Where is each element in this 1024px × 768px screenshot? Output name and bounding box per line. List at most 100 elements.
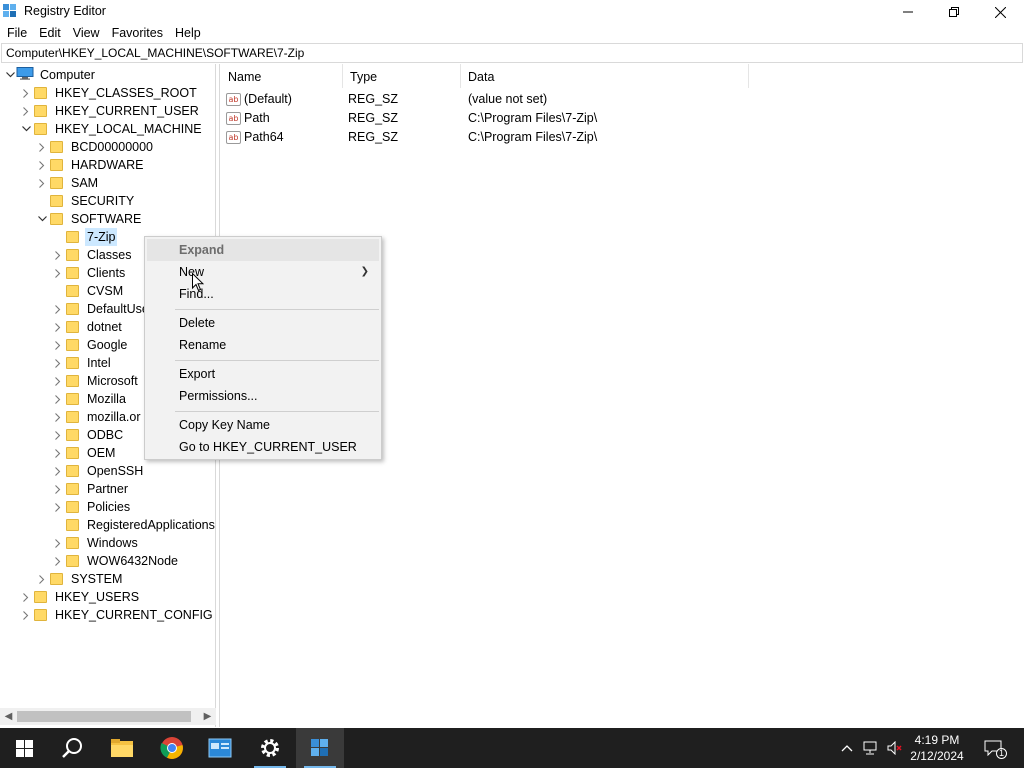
chevron-right-icon[interactable] [52, 408, 64, 426]
tree-item[interactable]: HKEY_CURRENT_USER [20, 102, 201, 120]
ctx-export[interactable]: Export [147, 363, 379, 385]
mouse-cursor-icon [192, 273, 204, 292]
column-header-type[interactable]: Type [343, 64, 461, 88]
ctx-permissions[interactable]: Permissions... [147, 385, 379, 407]
chevron-right-icon[interactable] [52, 354, 64, 372]
ctx-goto-hkcu[interactable]: Go to HKEY_CURRENT_USER [147, 436, 379, 458]
tree-item[interactable]: ODBC [52, 426, 125, 444]
start-button[interactable] [0, 728, 48, 768]
tree-item[interactable]: Computer [4, 66, 97, 84]
control-panel-button[interactable] [196, 728, 244, 768]
menu-view[interactable]: View [66, 24, 105, 43]
chevron-down-icon[interactable] [36, 210, 48, 228]
chevron-right-icon[interactable] [52, 498, 64, 516]
chevron-down-icon[interactable] [20, 120, 32, 138]
scrollbar-thumb[interactable] [17, 711, 191, 722]
tree-item[interactable]: Classes [52, 246, 133, 264]
tree-item[interactable]: Partner [52, 480, 130, 498]
tree-item[interactable]: Clients [52, 264, 127, 282]
tree-item[interactable]: Policies [52, 498, 132, 516]
ctx-new[interactable]: New ❯ [147, 261, 379, 283]
tree-item[interactable]: SECURITY [36, 192, 136, 210]
tree-item-label: ODBC [87, 428, 124, 442]
tree-item[interactable]: HKEY_USERS [20, 588, 141, 606]
network-tray-button[interactable] [860, 728, 882, 768]
chevron-right-icon[interactable] [36, 570, 48, 588]
chevron-right-icon[interactable] [36, 156, 48, 174]
tree-item[interactable]: Mozilla [52, 390, 128, 408]
chevron-right-icon[interactable] [52, 462, 64, 480]
value-row[interactable]: ab Path REG_SZ C:\Program Files\7-Zip\ [221, 109, 751, 128]
chevron-right-icon[interactable] [52, 426, 64, 444]
ctx-expand[interactable]: Expand [147, 239, 379, 261]
tree-item[interactable]: HKEY_CLASSES_ROOT [20, 84, 199, 102]
tree-item[interactable]: WOW6432Node [52, 552, 180, 570]
tree-item[interactable]: DefaultUse [52, 300, 151, 318]
chevron-right-icon[interactable] [52, 300, 64, 318]
chevron-right-icon[interactable] [36, 138, 48, 156]
tree-item[interactable]: SOFTWARE [36, 210, 143, 228]
tree-item[interactable]: dotnet [52, 318, 124, 336]
restore-button[interactable] [931, 0, 977, 24]
chevron-down-icon[interactable] [4, 66, 16, 84]
search-button[interactable] [48, 728, 96, 768]
column-header-name[interactable]: Name [221, 64, 343, 88]
scroll-left-icon[interactable]: ◀ [0, 708, 17, 725]
tree-item[interactable]: HKEY_LOCAL_MACHINE [20, 120, 204, 138]
tree-horizontal-scrollbar[interactable]: ◀ ▶ [0, 708, 216, 725]
tree-item[interactable]: HARDWARE [36, 156, 145, 174]
minimize-button[interactable] [885, 0, 931, 24]
tree-item[interactable]: 7-Zip [52, 228, 118, 246]
menu-edit[interactable]: Edit [32, 24, 66, 43]
close-button[interactable] [977, 0, 1023, 24]
chevron-right-icon[interactable] [52, 318, 64, 336]
folder-icon [34, 105, 47, 117]
scroll-right-icon[interactable]: ▶ [199, 708, 216, 725]
chevron-right-icon[interactable] [52, 372, 64, 390]
chevron-right-icon[interactable] [52, 534, 64, 552]
ctx-delete[interactable]: Delete [147, 312, 379, 334]
chevron-right-icon[interactable] [52, 264, 64, 282]
chevron-right-icon[interactable] [52, 552, 64, 570]
tree-item[interactable]: BCD00000000 [36, 138, 155, 156]
chevron-right-icon[interactable] [20, 588, 32, 606]
menu-help[interactable]: Help [168, 24, 206, 43]
menu-file[interactable]: File [0, 24, 32, 43]
tree-item[interactable]: SYSTEM [36, 570, 124, 588]
ctx-find[interactable]: Find... [147, 283, 379, 305]
registry-editor-taskbar-button[interactable] [296, 728, 344, 768]
chevron-right-icon[interactable] [20, 606, 32, 624]
value-row[interactable]: ab Path64 REG_SZ C:\Program Files\7-Zip\ [221, 128, 751, 147]
chevron-right-icon[interactable] [52, 336, 64, 354]
chevron-right-icon[interactable] [36, 174, 48, 192]
taskbar-clock[interactable]: 4:19 PM 2/12/2024 [902, 732, 972, 764]
tree-item[interactable]: HKEY_CURRENT_CONFIG [20, 606, 215, 624]
column-header-data[interactable]: Data [461, 64, 749, 88]
chevron-right-icon[interactable] [20, 84, 32, 102]
ctx-rename[interactable]: Rename [147, 334, 379, 356]
tree-item[interactable]: Windows [52, 534, 140, 552]
tree-item[interactable]: OpenSSH [52, 462, 145, 480]
tree-item[interactable]: Intel [52, 354, 113, 372]
tree-item[interactable]: SAM [36, 174, 100, 192]
chevron-right-icon[interactable] [52, 444, 64, 462]
tree-item[interactable]: RegisteredApplications [52, 516, 215, 534]
show-hidden-icons-button[interactable] [836, 728, 858, 768]
address-bar[interactable]: Computer\HKEY_LOCAL_MACHINE\SOFTWARE\7-Z… [1, 43, 1023, 63]
value-row[interactable]: ab (Default) REG_SZ (value not set) [221, 90, 751, 109]
chevron-right-icon[interactable] [20, 102, 32, 120]
chrome-button[interactable] [148, 728, 196, 768]
settings-button[interactable] [246, 728, 294, 768]
ctx-copy-key-name[interactable]: Copy Key Name [147, 414, 379, 436]
action-center-button[interactable]: 1 [980, 728, 1007, 768]
tree-item[interactable]: mozilla.or [52, 408, 143, 426]
tree-item[interactable]: Microsoft [52, 372, 140, 390]
tree-item[interactable]: OEM [52, 444, 117, 462]
chevron-right-icon[interactable] [52, 246, 64, 264]
chevron-right-icon[interactable] [52, 480, 64, 498]
file-explorer-button[interactable] [98, 728, 146, 768]
chevron-right-icon[interactable] [52, 390, 64, 408]
tree-item[interactable]: CVSM [52, 282, 125, 300]
menu-favorites[interactable]: Favorites [105, 24, 168, 43]
tree-item[interactable]: Google [52, 336, 129, 354]
